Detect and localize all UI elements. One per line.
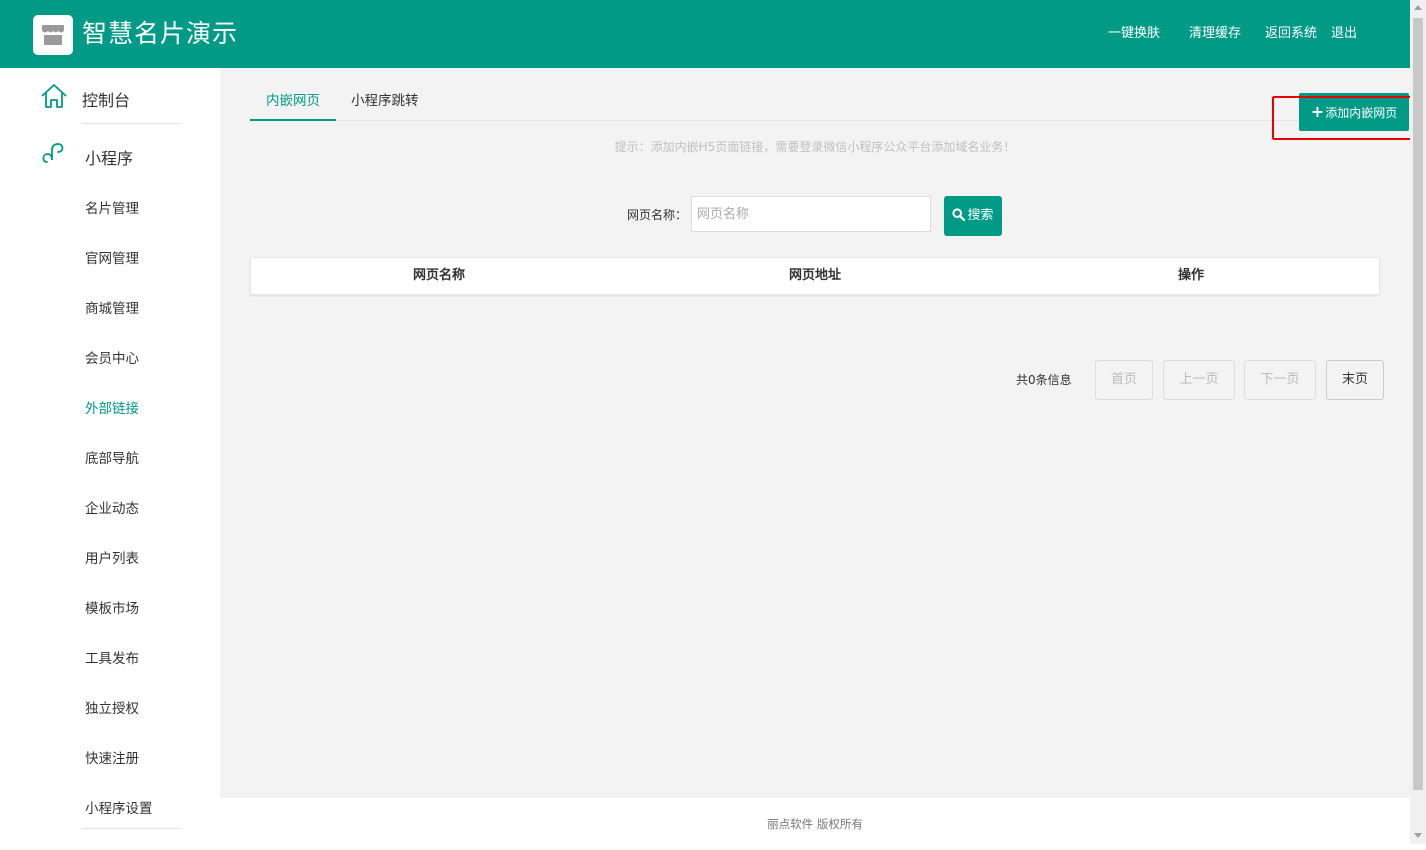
scroll-up-arrow-icon[interactable] [1414, 5, 1422, 10]
top-header: 智慧名片演示 一键换肤 清理缓存 返回系统 退出 [0, 0, 1410, 68]
search-icon [952, 208, 966, 222]
webpage-name-search-input[interactable] [691, 196, 931, 232]
add-button-label: 添加内嵌网页 [1325, 106, 1398, 120]
webpage-table: 网页名称 网页地址 操作 [250, 257, 1380, 295]
sidebar-item-user-list[interactable]: 用户列表 [85, 547, 139, 567]
next-page-button[interactable]: 下一页 [1244, 360, 1316, 400]
sidebar-divider [82, 828, 180, 829]
search-label: 网页名称： [627, 208, 688, 222]
first-page-button[interactable]: 首页 [1095, 360, 1153, 400]
column-header-actions: 操作 [1177, 268, 1204, 283]
tab-embedded-webpage[interactable]: 内嵌网页 [250, 88, 336, 121]
return-system-link[interactable]: 返回系统 [1265, 24, 1317, 44]
column-header-url: 网页地址 [788, 268, 841, 283]
miniprogram-icon [42, 143, 64, 163]
sidebar-item-label: 小程序 [85, 149, 134, 168]
app-title: 智慧名片演示 [82, 19, 239, 48]
sidebar: 控制台 小程序 名片管理 官网管理 商城管理 会员中心 外部链接 底部导航 企业… [0, 68, 220, 844]
sidebar-item-member-center[interactable]: 会员中心 [85, 347, 139, 367]
sidebar-item-company-news[interactable]: 企业动态 [85, 497, 139, 517]
tab-bar: 内嵌网页 小程序跳转 +添加内嵌网页 [250, 88, 1426, 140]
sidebar-item-label: 控制台 [82, 91, 131, 110]
sidebar-item-mall-management[interactable]: 商城管理 [85, 297, 139, 317]
search-button-label: 搜索 [967, 208, 994, 223]
sidebar-item-external-links[interactable]: 外部链接 [85, 397, 139, 417]
prev-page-button[interactable]: 上一页 [1163, 360, 1235, 400]
tab-miniprogram-jump[interactable]: 小程序跳转 [351, 88, 419, 119]
clear-cache-link[interactable]: 清理缓存 [1189, 24, 1241, 44]
sidebar-item-independent-auth[interactable]: 独立授权 [85, 697, 139, 717]
sidebar-item-website-management[interactable]: 官网管理 [85, 247, 139, 267]
sidebar-item-card-management[interactable]: 名片管理 [85, 197, 139, 217]
vertical-scrollbar[interactable] [1410, 0, 1426, 844]
sidebar-item-bottom-navigation[interactable]: 底部导航 [85, 447, 139, 467]
sidebar-item-dashboard[interactable]: 控制台 [0, 68, 220, 124]
total-records-text: 共0条信息 [1016, 373, 1072, 387]
sidebar-item-miniprogram[interactable]: 小程序 [0, 126, 220, 182]
switch-skin-link[interactable]: 一键换肤 [1108, 24, 1160, 44]
sidebar-divider [82, 123, 180, 124]
sidebar-item-miniprogram-settings[interactable]: 小程序设置 [85, 797, 153, 817]
main-content: 内嵌网页 小程序跳转 +添加内嵌网页 提示：添加内嵌H5页面链接，需要登录微信小… [220, 68, 1426, 798]
logout-link[interactable]: 退出 [1331, 24, 1357, 44]
column-header-name: 网页名称 [412, 268, 465, 283]
scroll-thumb[interactable] [1413, 18, 1423, 790]
home-icon [41, 84, 67, 108]
add-embedded-webpage-button[interactable]: +添加内嵌网页 [1299, 93, 1409, 131]
footer-copyright: 丽点软件 版权所有 [220, 798, 1410, 844]
search-button[interactable]: 搜索 [944, 196, 1002, 236]
store-logo-icon [33, 15, 73, 55]
sidebar-item-template-market[interactable]: 模板市场 [85, 597, 139, 617]
last-page-button[interactable]: 末页 [1326, 360, 1384, 400]
sidebar-item-quick-register[interactable]: 快速注册 [85, 747, 139, 767]
sidebar-item-tool-publish[interactable]: 工具发布 [85, 647, 139, 667]
hint-text: 提示：添加内嵌H5页面链接，需要登录微信小程序公众平台添加域名业务！ [614, 140, 1016, 154]
plus-icon: + [1310, 102, 1325, 121]
scroll-down-arrow-icon[interactable] [1414, 833, 1422, 838]
